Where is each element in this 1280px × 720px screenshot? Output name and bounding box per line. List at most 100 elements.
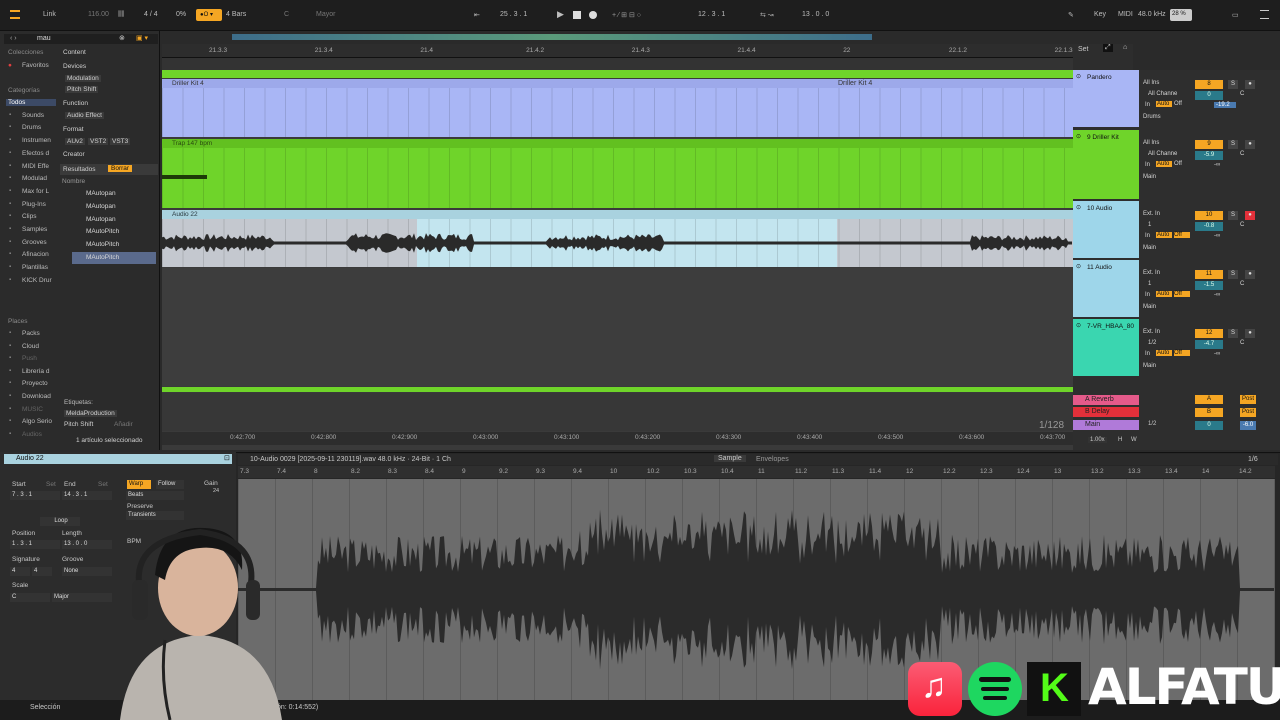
pencil-icon[interactable]: ✎ — [1068, 11, 1074, 19]
track-pan[interactable]: C — [1240, 222, 1250, 228]
track-ch-select[interactable]: All Channe — [1148, 91, 1198, 97]
filter-auv2[interactable]: AUv2 — [65, 138, 85, 145]
track-send[interactable]: -∞ — [1214, 162, 1236, 168]
track-in-select[interactable]: All Ins — [1143, 80, 1193, 86]
hamburger-menu-icon[interactable] — [10, 10, 20, 19]
sig-numerator[interactable]: 4 — [10, 567, 30, 576]
menu-icon[interactable] — [1260, 10, 1269, 19]
track-activator[interactable]: 10 — [1195, 211, 1223, 220]
track-out-select[interactable]: Main — [1143, 174, 1193, 180]
track-header[interactable]: ⊙ Pandero — [1073, 70, 1139, 127]
song-position[interactable]: 25 . 3 . 1 — [500, 11, 527, 18]
loop-icon[interactable]: ⇆ ↝ — [760, 11, 774, 19]
group-bottom-bar[interactable] — [162, 387, 1073, 392]
record-icon[interactable] — [589, 11, 597, 19]
return-a-header[interactable]: A Reverb — [1073, 395, 1139, 405]
track-out-select[interactable]: Main — [1143, 304, 1193, 310]
return-b-post[interactable]: Post — [1240, 408, 1256, 417]
main-send[interactable]: -6.0 — [1240, 421, 1256, 430]
result-item[interactable]: MAutopan — [72, 201, 156, 213]
monitor-auto[interactable]: Auto — [1156, 232, 1172, 238]
track-pan[interactable]: C — [1240, 91, 1250, 97]
category-item[interactable]: Afinacion — [22, 251, 49, 258]
track-out-select[interactable]: Main — [1143, 245, 1193, 251]
category-item[interactable]: Max for L — [22, 188, 49, 195]
place-item[interactable]: Push — [22, 355, 37, 362]
track-header[interactable]: ⊙ 11 Audio — [1073, 260, 1139, 317]
monitor-off[interactable]: Off — [1174, 101, 1190, 107]
favorites-item[interactable]: Favoritos — [22, 62, 49, 69]
track-header[interactable]: ⊙ 9 Driller Kit — [1073, 130, 1139, 199]
w-button[interactable]: W — [1131, 437, 1137, 443]
category-item[interactable]: Modulad — [22, 175, 47, 182]
metronome-button[interactable]: ●O ▾ — [196, 9, 222, 21]
key-select[interactable]: C — [284, 11, 289, 18]
clip-trap[interactable]: Trap 147 bpm — [162, 139, 1073, 208]
track-pan[interactable]: C — [1240, 340, 1250, 346]
set-button[interactable]: Set — [1078, 46, 1089, 53]
filter-vst2[interactable]: VST2 — [88, 138, 109, 145]
loop-length[interactable]: 13 . 0 . 0 — [802, 11, 829, 18]
link-button[interactable]: Link — [43, 11, 56, 18]
name-column-header[interactable]: Nombre — [62, 178, 85, 185]
add-tag-field[interactable]: Añadir — [114, 421, 133, 428]
tempo-scale[interactable]: 1.00x — [1088, 437, 1107, 443]
browser-search-bar[interactable]: ‹ › mau ⊗ ▣ ▾ — [4, 34, 158, 44]
clip-audio-22[interactable]: Audio 22 — [162, 210, 1073, 267]
return-b-header[interactable]: B Delay — [1073, 407, 1139, 417]
track-activator[interactable]: 8 — [1195, 80, 1223, 89]
scale-select[interactable]: Mayor — [316, 11, 335, 18]
group-track-bar[interactable] — [162, 70, 1073, 78]
result-item[interactable]: MAutopan — [72, 214, 156, 226]
solo-button[interactable]: S — [1228, 329, 1238, 338]
main-volume[interactable]: 0 — [1195, 421, 1223, 430]
position-field[interactable]: 1 . 3 . 1 — [10, 540, 60, 549]
sample-tab[interactable]: Sample — [714, 455, 746, 462]
loop-toggle[interactable]: Loop — [40, 517, 80, 526]
track-fold-icon[interactable]: ⊙ — [1076, 204, 1081, 211]
scale-mode-select[interactable]: Major — [52, 593, 112, 602]
track-send[interactable]: -19.2 — [1214, 102, 1236, 108]
midi-map-button[interactable]: MIDI — [1118, 11, 1133, 18]
h-button[interactable]: H — [1118, 437, 1122, 443]
time-ruler[interactable]: 0:42:700 0:42:800 0:42:900 0:43:000 0:43:100… — [162, 432, 1073, 445]
track-pan[interactable]: C — [1240, 281, 1250, 287]
track-ch-select[interactable]: 1 — [1148, 222, 1198, 228]
monitor-off[interactable]: Off — [1174, 291, 1190, 297]
beat-ruler[interactable]: 21.3.3 21.3.4 21.4 21.4.2 21.4.3 21.4.4 22 22.1… — [162, 44, 1073, 58]
track-ch-select[interactable]: All Channe — [1148, 151, 1198, 157]
filter-creator[interactable]: Creator — [63, 151, 85, 158]
monitor-off[interactable]: Off — [1174, 232, 1190, 238]
solo-button[interactable]: S — [1228, 80, 1238, 89]
track-fold-icon[interactable]: ⊙ — [1076, 322, 1081, 329]
category-item[interactable]: Plantillas — [22, 264, 48, 271]
result-item[interactable]: MAutoPitch — [72, 226, 156, 238]
track-fold-icon[interactable]: ⊙ — [1076, 73, 1081, 80]
search-input[interactable]: mau — [37, 35, 51, 42]
track-header[interactable]: ⊙ 10 Audio — [1073, 201, 1139, 258]
category-item[interactable]: KICK Drur — [22, 277, 52, 284]
clip-title-bar[interactable]: Audio 22 ⊡ — [4, 454, 232, 464]
track-volume[interactable]: -1.5 — [1195, 281, 1223, 290]
arm-button[interactable]: ● — [1245, 211, 1255, 220]
result-item[interactable]: MAutoPitch — [72, 239, 156, 251]
track-send[interactable]: -∞ — [1214, 351, 1236, 357]
solo-button[interactable]: S — [1228, 140, 1238, 149]
category-item[interactable]: Sounds — [22, 112, 44, 119]
io-icon[interactable]: ▭ — [1232, 11, 1239, 19]
clear-results-button[interactable]: Borrar — [108, 165, 133, 172]
return-a-activator[interactable]: A — [1195, 395, 1223, 404]
clear-search-icon[interactable]: ⊗ — [119, 34, 125, 42]
sample-bar-ruler[interactable]: 7.3 7.4 8 8.2 8.3 8.4 9 9.2 9.3 9.4 10 10.2 10.3 10.4… — [238, 466, 1275, 478]
filter-audio-effect[interactable]: Audio Effect — [65, 112, 104, 119]
place-item[interactable]: MUSIC — [22, 406, 43, 413]
filter-modulation[interactable]: Modulation — [65, 75, 101, 82]
category-item[interactable]: MIDI Effe — [22, 163, 49, 170]
category-item[interactable]: Clips — [22, 213, 36, 220]
track-in-select[interactable]: Ext. In — [1143, 329, 1193, 335]
filter-function[interactable]: Function — [63, 100, 88, 107]
sig-denominator[interactable]: 4 — [32, 567, 52, 576]
result-item[interactable]: MAutopan — [72, 188, 156, 200]
overview-strip[interactable] — [162, 31, 1073, 44]
track-in-select[interactable]: All Ins — [1143, 140, 1193, 146]
